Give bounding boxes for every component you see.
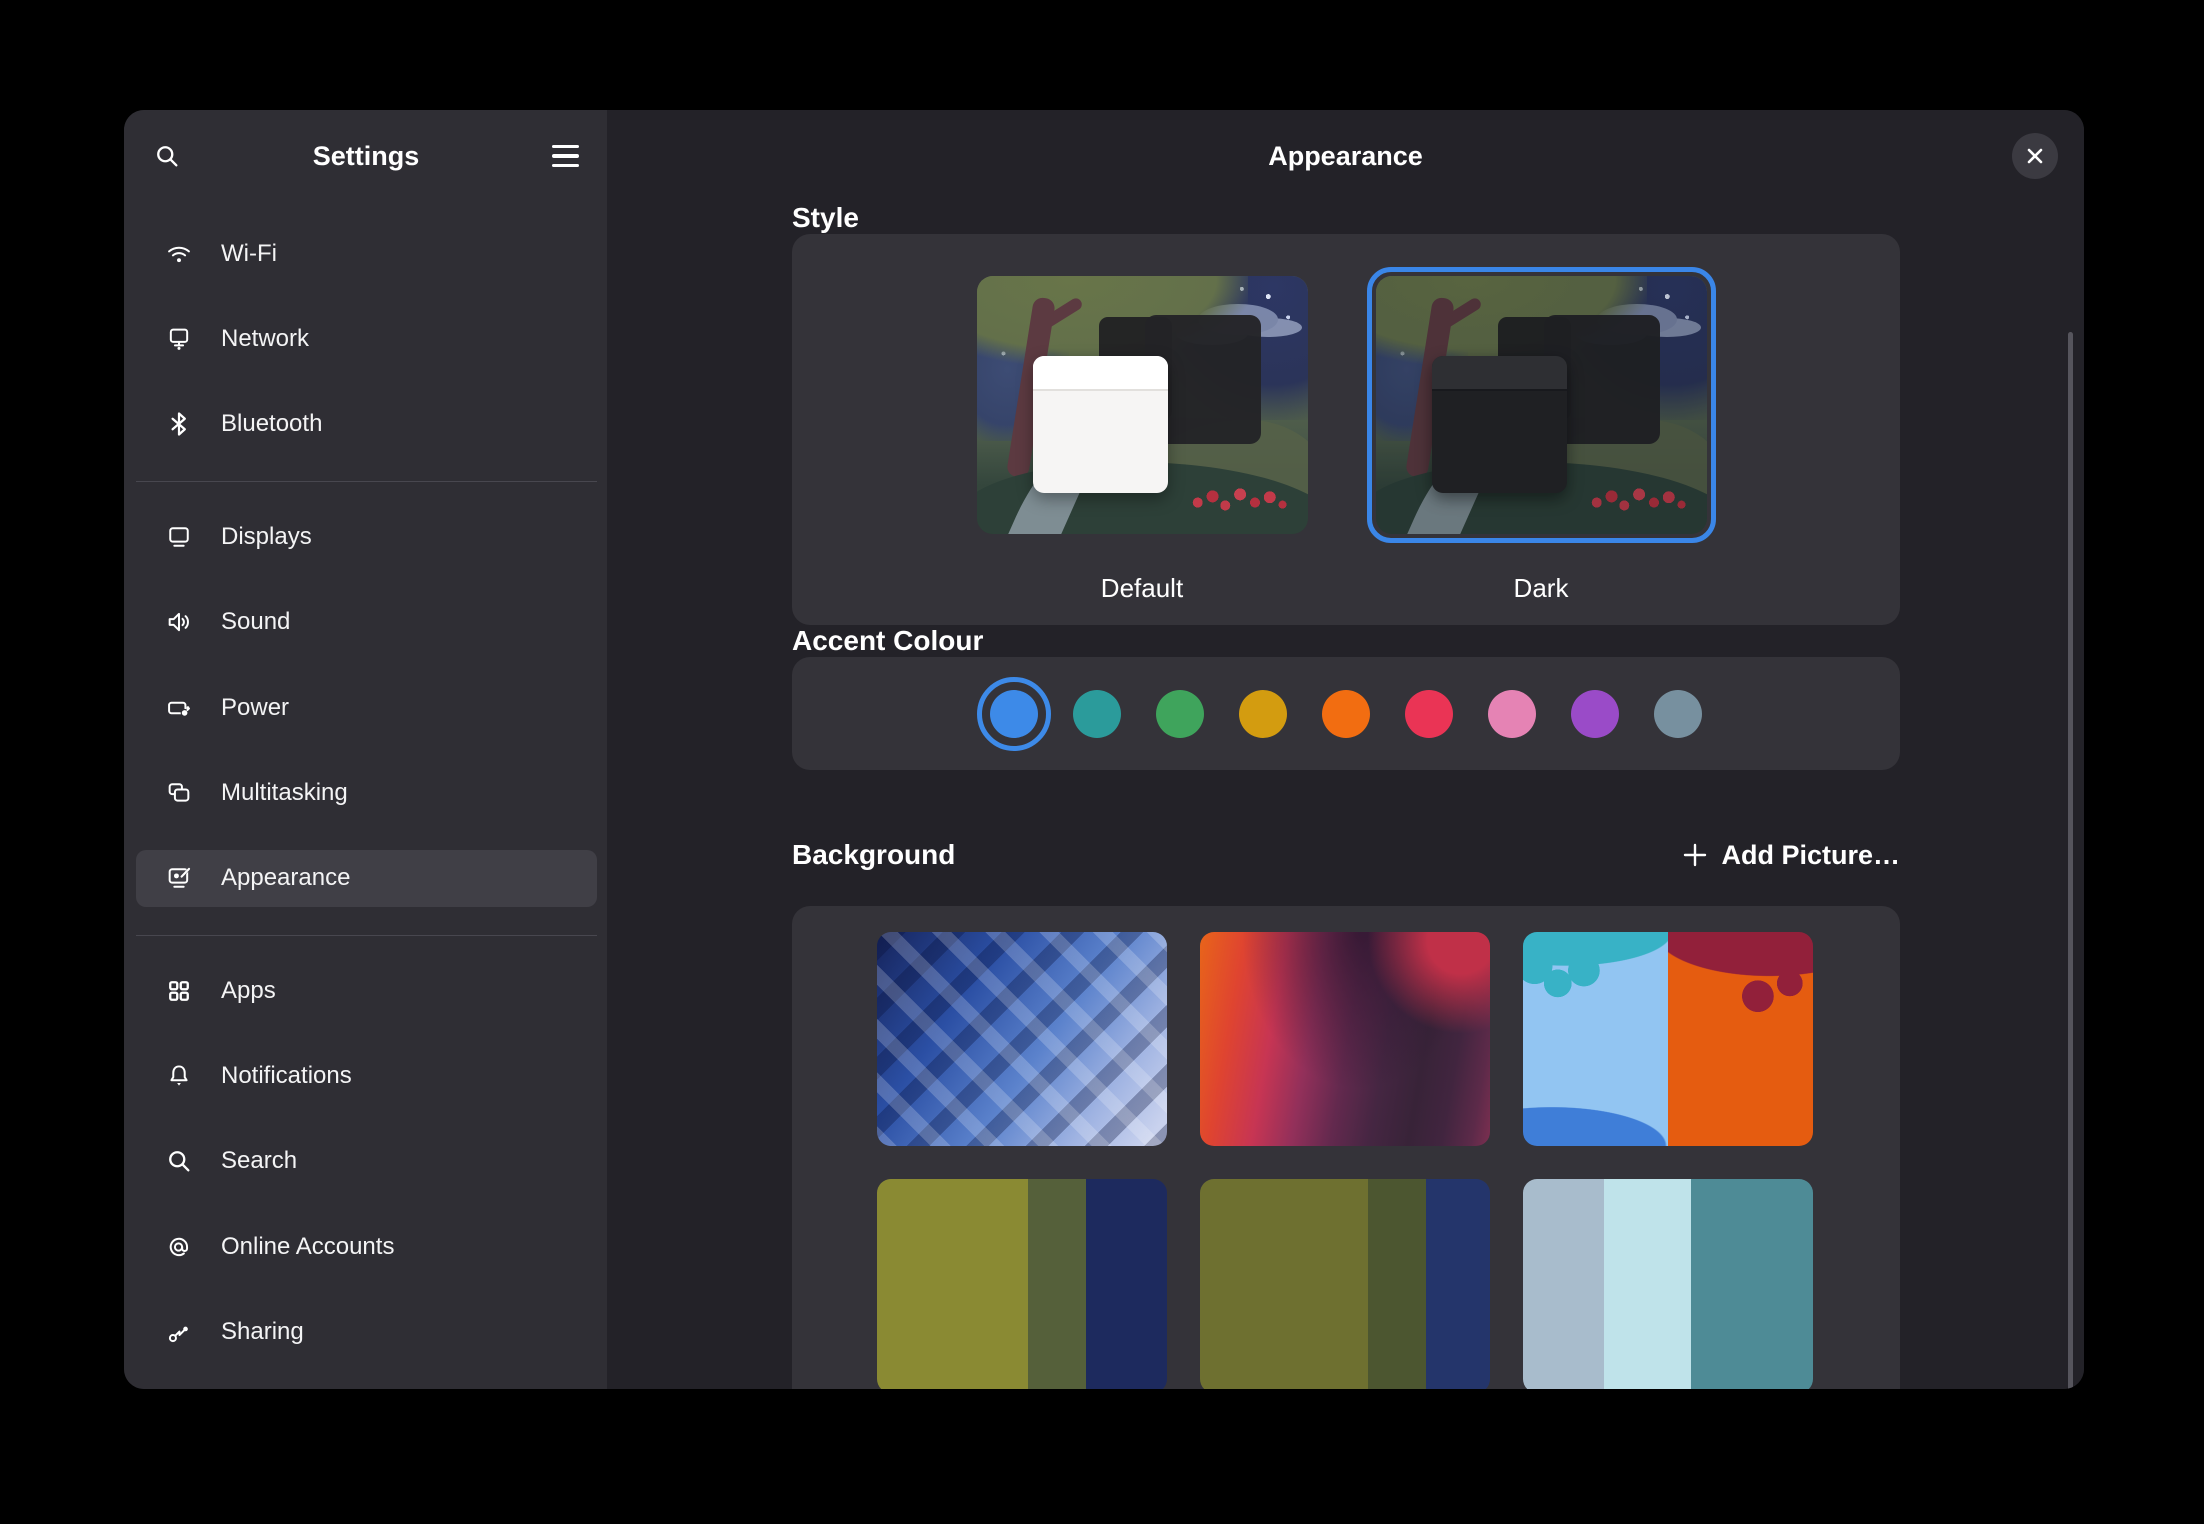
page-title: Appearance: [1268, 141, 1423, 172]
sidebar-item-sound[interactable]: Sound: [136, 593, 597, 650]
sidebar-item-apps[interactable]: Apps: [136, 962, 597, 1019]
sidebar-separator: [136, 935, 597, 936]
accent-swatch-pink[interactable]: [1488, 690, 1536, 738]
sidebar-item-label: Apps: [221, 977, 276, 1005]
background-card: [792, 906, 1900, 1389]
selected-style-border: [1367, 267, 1716, 543]
main-menu-button[interactable]: [542, 133, 588, 179]
battery-icon: [165, 694, 193, 722]
sidebar-item-notifications[interactable]: Notifications: [136, 1047, 597, 1104]
search-icon: [153, 142, 181, 170]
bluetooth-icon: [165, 410, 193, 438]
sidebar-item-label: Wi-Fi: [221, 240, 277, 268]
sidebar-header: Settings: [124, 110, 607, 202]
sidebar-title: Settings: [190, 141, 542, 172]
sidebar-item-wifi[interactable]: Wi-Fi: [136, 225, 597, 282]
accent-swatch-purple[interactable]: [1571, 690, 1619, 738]
light-window-mockup: [1033, 356, 1169, 493]
desktop: Settings Wi-Fi: [0, 0, 2204, 1524]
background-header-row: Background Add Picture…: [792, 837, 1900, 873]
appearance-panel: Appearance Style: [607, 110, 2084, 1389]
network-icon: [165, 325, 193, 353]
add-picture-label: Add Picture…: [1721, 840, 1900, 871]
sidebar-item-power[interactable]: Power: [136, 679, 597, 736]
at-symbol-icon: [165, 1233, 193, 1261]
accent-heading: Accent Colour: [792, 625, 1900, 657]
sidebar-nav: Wi-Fi Network Bluetooth: [124, 225, 607, 1389]
sidebar-item-online-accounts[interactable]: Online Accounts: [136, 1218, 597, 1275]
sidebar-item-label: Displays: [221, 523, 312, 551]
accent-swatch-orange[interactable]: [1322, 690, 1370, 738]
accent-swatch-teal[interactable]: [1073, 690, 1121, 738]
sidebar-item-label: Search: [221, 1147, 297, 1175]
sidebar-item-label: Appearance: [221, 864, 350, 892]
wallpaper-preview: [977, 276, 1308, 534]
wallpaper-thumb-blue-cubes[interactable]: [877, 932, 1167, 1146]
background-heading: Background: [792, 839, 955, 871]
close-button[interactable]: [2012, 133, 2058, 179]
sidebar-item-label: Bluetooth: [221, 410, 322, 438]
plus-icon: [1681, 841, 1709, 869]
sidebar-item-label: Multitasking: [221, 779, 348, 807]
sidebar-item-label: Power: [221, 694, 289, 722]
sidebar: Settings Wi-Fi: [124, 110, 607, 1389]
search-button[interactable]: [144, 133, 190, 179]
style-option-label: Default: [1101, 573, 1183, 604]
sidebar-item-search[interactable]: Search: [136, 1133, 597, 1190]
content-header: Appearance: [607, 110, 2084, 202]
search-icon: [165, 1147, 193, 1175]
speaker-icon: [165, 608, 193, 636]
sidebar-item-multitasking[interactable]: Multitasking: [136, 764, 597, 821]
style-heading: Style: [792, 202, 1900, 234]
style-option-dark[interactable]: Dark: [1367, 234, 1716, 604]
close-icon: [2024, 145, 2046, 167]
accent-swatch-slate[interactable]: [1654, 690, 1702, 738]
bell-icon: [165, 1062, 193, 1090]
wallpaper-thumb-paint-drips[interactable]: [1523, 932, 1813, 1146]
sidebar-item-label: Online Accounts: [221, 1233, 394, 1261]
style-card: Default: [792, 234, 1900, 625]
wallpaper-thumb-light-cyan[interactable]: [1523, 1179, 1813, 1389]
appearance-icon: [165, 864, 193, 892]
sidebar-item-label: Notifications: [221, 1062, 352, 1090]
style-option-label: Dark: [1514, 573, 1569, 604]
apps-grid-icon: [165, 977, 193, 1005]
multitasking-icon: [165, 779, 193, 807]
style-preview-default: [977, 276, 1308, 534]
sidebar-item-bluetooth[interactable]: Bluetooth: [136, 396, 597, 453]
add-picture-button[interactable]: Add Picture…: [1681, 840, 1900, 871]
wallpaper-thumb-magma-waves[interactable]: [1200, 932, 1490, 1146]
sidebar-item-label: Sound: [221, 608, 290, 636]
sharing-icon: [165, 1318, 193, 1346]
scroll-area: Style Default: [607, 202, 2084, 1389]
wallpaper-row: [877, 932, 1815, 1146]
accent-swatch-red[interactable]: [1405, 690, 1453, 738]
sidebar-item-network[interactable]: Network: [136, 310, 597, 367]
wallpaper-preview: [1376, 276, 1707, 534]
sidebar-item-appearance[interactable]: Appearance: [136, 850, 597, 907]
wallpaper-thumb-green-landscape[interactable]: [1200, 1179, 1490, 1389]
scrollbar[interactable]: [2068, 332, 2073, 1389]
sidebar-item-label: Network: [221, 325, 309, 353]
style-option-default[interactable]: Default: [977, 234, 1308, 604]
wallpaper-row: [877, 1179, 1815, 1389]
wallpaper-thumb-olive-navy[interactable]: [877, 1179, 1167, 1389]
style-preview-dark: [1376, 276, 1707, 534]
hamburger-icon: [552, 145, 579, 167]
sidebar-item-sharing[interactable]: Sharing: [136, 1304, 597, 1361]
accent-card: [792, 657, 1900, 770]
sidebar-separator: [136, 481, 597, 482]
accent-swatch-blue[interactable]: [990, 690, 1038, 738]
accent-swatch-green[interactable]: [1156, 690, 1204, 738]
display-icon: [165, 523, 193, 551]
accent-swatch-yellow[interactable]: [1239, 690, 1287, 738]
settings-window: Settings Wi-Fi: [124, 110, 2084, 1389]
sidebar-item-label: Sharing: [221, 1318, 304, 1346]
wifi-icon: [165, 240, 193, 268]
sidebar-item-displays[interactable]: Displays: [136, 508, 597, 565]
